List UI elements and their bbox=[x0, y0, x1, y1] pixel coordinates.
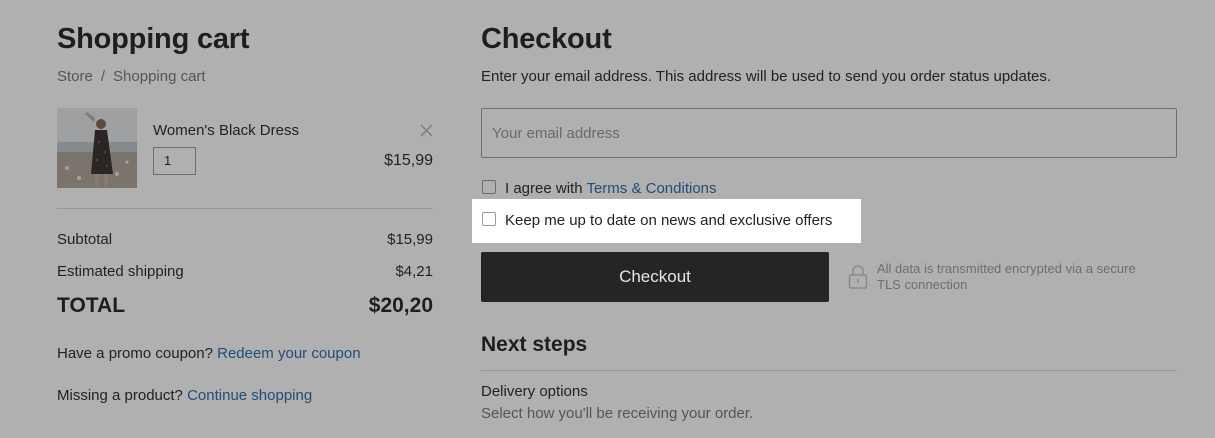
secure-note-line1: All data is transmitted encrypted via a … bbox=[877, 261, 1136, 276]
missing-text: Missing a product? bbox=[57, 387, 183, 404]
cart-title: Shopping cart bbox=[57, 23, 250, 55]
cart-divider bbox=[57, 208, 433, 209]
newsletter-checkbox[interactable] bbox=[482, 212, 496, 226]
next-steps-title: Next steps bbox=[481, 333, 588, 356]
close-icon[interactable] bbox=[420, 122, 433, 140]
product-image[interactable] bbox=[57, 108, 137, 188]
terms-link[interactable]: Terms & Conditions bbox=[586, 180, 716, 197]
total-value: $20,20 bbox=[368, 294, 433, 317]
secure-note-line2: TLS connection bbox=[877, 277, 968, 292]
redeem-coupon-link[interactable]: Redeem your coupon bbox=[217, 345, 360, 362]
shipping-label: Estimated shipping bbox=[57, 263, 184, 280]
subtotal-value: $15,99 bbox=[387, 231, 433, 248]
promo-text: Have a promo coupon? bbox=[57, 345, 213, 362]
breadcrumb-current: Shopping cart bbox=[113, 68, 206, 85]
next-steps-divider bbox=[481, 370, 1177, 371]
item-price: $15,99 bbox=[384, 152, 433, 169]
shipping-value: $4,21 bbox=[395, 263, 433, 280]
email-field[interactable] bbox=[481, 108, 1177, 158]
subtotal-label: Subtotal bbox=[57, 231, 113, 248]
newsletter-label[interactable]: Keep me up to date on news and exclusive… bbox=[505, 212, 832, 229]
missing-product-line: Missing a product? Continue shopping bbox=[57, 387, 312, 404]
product-name[interactable]: Women's Black Dress bbox=[153, 122, 299, 139]
delivery-options-title: Delivery options bbox=[481, 383, 588, 400]
lock-icon bbox=[848, 264, 868, 295]
breadcrumb-store[interactable]: Store bbox=[57, 68, 93, 85]
total-label: TOTAL bbox=[57, 294, 126, 317]
terms-line: I agree with Terms & Conditions bbox=[505, 180, 717, 197]
terms-checkbox[interactable] bbox=[482, 180, 496, 194]
continue-shopping-link[interactable]: Continue shopping bbox=[187, 387, 312, 404]
quantity-input[interactable]: 1 bbox=[153, 147, 196, 175]
terms-text: I agree with bbox=[505, 180, 583, 197]
delivery-options-description: Select how you'll be receiving your orde… bbox=[481, 405, 754, 422]
breadcrumb-separator: / bbox=[100, 68, 106, 85]
breadcrumb: Store / Shopping cart bbox=[57, 68, 206, 85]
checkout-title: Checkout bbox=[481, 23, 612, 55]
checkout-button[interactable]: Checkout bbox=[481, 252, 829, 302]
promo-line: Have a promo coupon? Redeem your coupon bbox=[57, 345, 361, 362]
email-input[interactable] bbox=[482, 109, 1176, 157]
email-instructions: Enter your email address. This address w… bbox=[481, 68, 1052, 85]
secure-note: All data is transmitted encrypted via a … bbox=[877, 261, 1177, 293]
